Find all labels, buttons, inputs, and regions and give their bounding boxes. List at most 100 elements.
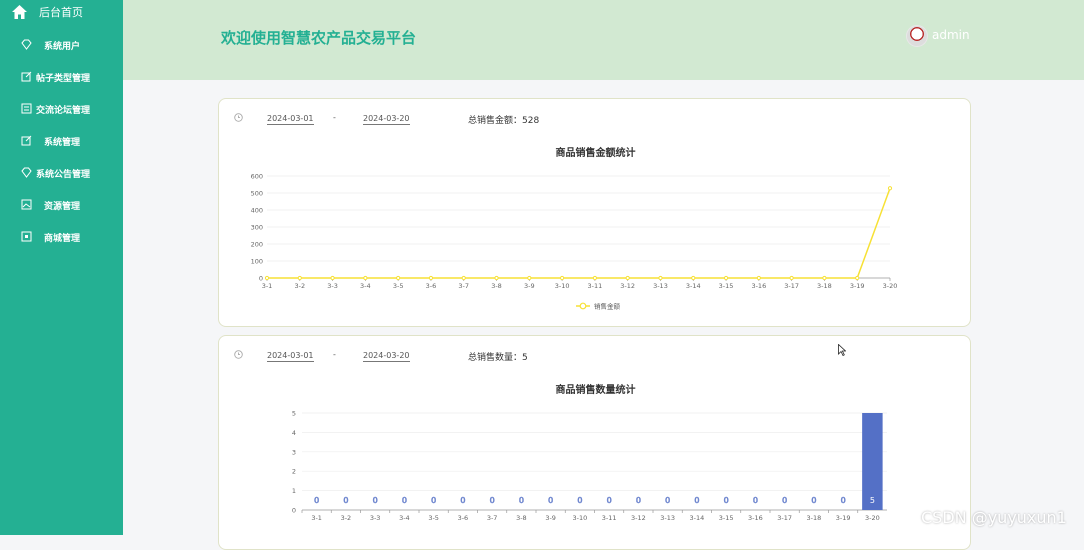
data-point <box>264 275 270 281</box>
x-tick-label: 3-18 <box>817 282 832 290</box>
y-tick-label: 2 <box>292 468 296 476</box>
sidebar-item-label: 商城管理 <box>44 234 81 244</box>
x-tick-label: 3-16 <box>748 514 763 522</box>
y-tick-label: 300 <box>251 224 263 232</box>
legend-label: 销售金额 <box>594 302 621 311</box>
edit-icon <box>21 135 32 146</box>
data-point <box>560 275 565 281</box>
data-point <box>625 275 630 281</box>
x-tick-label: 3-19 <box>850 282 865 290</box>
data-label: 0 <box>841 496 846 505</box>
data-label: 0 <box>665 496 670 505</box>
data-label: 0 <box>724 496 729 505</box>
x-tick-label: 3-7 <box>458 282 469 290</box>
sidebar-item-forum[interactable]: 交流论坛管理 <box>0 101 123 121</box>
sidebar-home[interactable]: 后台首页 <box>0 0 123 24</box>
data-label: 0 <box>811 496 816 505</box>
page-title: 欢迎使用智慧农产品交易平台 <box>221 29 417 47</box>
data-point <box>592 275 597 281</box>
top-header: 欢迎使用智慧农产品交易平台 admin <box>123 0 1084 80</box>
diamond-icon <box>21 167 32 178</box>
sidebar-item-label: 帖子类型管理 <box>36 74 91 84</box>
x-tick-label: 3-6 <box>458 514 469 522</box>
data-point <box>396 275 401 281</box>
data-point <box>527 275 532 281</box>
y-tick-label: 3 <box>292 448 296 456</box>
username[interactable]: admin <box>932 28 970 42</box>
sales-quantity-bar-chart: 0123453-103-203-303-403-503-603-703-803-… <box>292 410 887 522</box>
data-point <box>297 275 302 281</box>
sidebar-item-system-manage[interactable]: 系统管理 <box>0 133 123 153</box>
data-label: 0 <box>519 496 524 505</box>
home-icon <box>12 5 27 19</box>
x-tick-label: 3-8 <box>491 282 502 290</box>
data-point <box>494 275 499 281</box>
x-tick-label: 3-5 <box>393 282 404 290</box>
data-label: 0 <box>431 496 436 505</box>
x-tick-label: 3-12 <box>620 282 635 290</box>
x-tick-label: 3-17 <box>784 282 799 290</box>
x-tick-label: 3-11 <box>588 282 603 290</box>
data-label: 0 <box>782 496 787 505</box>
data-point <box>691 275 696 281</box>
data-label: 0 <box>577 496 582 505</box>
y-tick-label: 1 <box>292 487 296 495</box>
y-tick-label: 400 <box>251 207 263 215</box>
x-tick-label: 3-10 <box>555 282 570 290</box>
sidebar-item-resources[interactable]: 资源管理 <box>0 197 123 217</box>
sidebar-item-shop[interactable]: 商城管理 <box>0 229 123 249</box>
diamond-icon <box>21 39 32 50</box>
x-tick-label: 3-18 <box>806 514 821 522</box>
x-tick-label: 3-10 <box>572 514 587 522</box>
sidebar-home-label: 后台首页 <box>39 6 83 19</box>
x-tick-label: 3-20 <box>883 282 898 290</box>
avatar[interactable] <box>906 25 928 47</box>
sidebar-item-announcements[interactable]: 系统公告管理 <box>0 165 123 185</box>
x-tick-label: 3-13 <box>653 282 668 290</box>
x-tick-label: 3-2 <box>341 514 352 522</box>
x-tick-label: 3-4 <box>399 514 410 522</box>
sales-quantity-card: 2024-03-01 - 2024-03-20 总销售数量：5 商品销售数量统计… <box>218 335 971 550</box>
series-line <box>267 187 891 279</box>
data-point <box>723 275 729 281</box>
list-icon <box>21 103 32 114</box>
y-tick-label: 4 <box>292 429 296 437</box>
y-tick-label: 600 <box>251 173 263 181</box>
data-point <box>887 186 893 191</box>
x-tick-label: 3-16 <box>751 282 766 290</box>
shop-icon <box>21 231 32 242</box>
y-tick-label: 0 <box>292 507 296 515</box>
x-tick-label: 3-19 <box>836 514 851 522</box>
legend-marker <box>579 302 587 310</box>
x-tick-label: 3-7 <box>487 514 498 522</box>
data-label: 0 <box>490 496 495 505</box>
sidebar-item-label: 资源管理 <box>44 202 81 212</box>
x-tick-label: 3-3 <box>370 514 381 522</box>
edit-icon <box>21 71 32 82</box>
data-label: 0 <box>694 496 699 505</box>
y-tick-label: 200 <box>251 241 263 249</box>
sidebar-item-system-users[interactable]: 系统用户 <box>0 37 123 57</box>
data-point <box>658 275 663 281</box>
x-tick-label: 3-4 <box>360 282 371 290</box>
x-tick-label: 3-15 <box>719 514 734 522</box>
data-label: 0 <box>548 496 553 505</box>
data-point <box>789 275 794 281</box>
x-tick-label: 3-12 <box>631 514 646 522</box>
x-tick-label: 3-14 <box>686 282 701 290</box>
mouse-cursor-icon <box>838 344 846 356</box>
sales-amount-line-chart: 01002003004005006003-1 3-2 3-3 3-4 3-5 3-6 3-7… <box>251 173 898 311</box>
sidebar-item-label: 系统公告管理 <box>36 170 91 180</box>
image-icon <box>21 199 32 210</box>
x-tick-label: 3-17 <box>777 514 792 522</box>
x-tick-label: 3-9 <box>545 514 556 522</box>
x-tick-label: 3-2 <box>294 282 305 290</box>
sidebar-item-post-types[interactable]: 帖子类型管理 <box>0 69 123 89</box>
data-label: 0 <box>460 496 465 505</box>
data-label: 0 <box>343 496 348 505</box>
data-label: 0 <box>373 496 378 505</box>
sidebar: 后台首页 系统用户 帖子类型管理 交流论坛管理 系统管理 系统公告管理 资源管理… <box>0 0 123 535</box>
data-point <box>756 275 761 281</box>
x-tick-label: 3-14 <box>689 514 704 522</box>
sidebar-item-label: 系统管理 <box>44 138 81 148</box>
